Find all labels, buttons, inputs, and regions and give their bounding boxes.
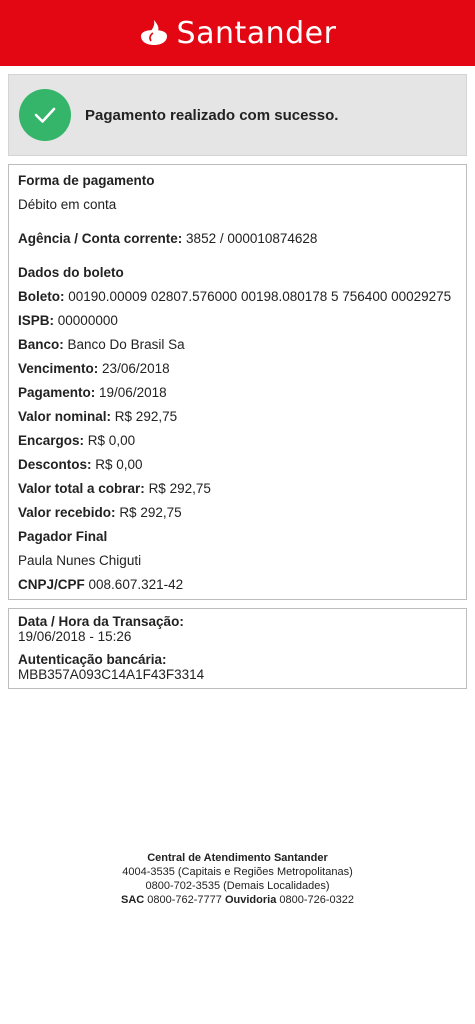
boleto-section-title: Dados do boleto — [18, 265, 124, 280]
payment-method-value: Débito em conta — [18, 197, 117, 212]
footer-sac-line: SAC 0800-762-7777 Ouvidoria 0800-726-032… — [0, 893, 475, 907]
auth-value: MBB357A093C14A1F43F3314 — [18, 667, 205, 682]
transaction-datetime: Data / Hora da Transação: 19/06/2018 - 1… — [18, 614, 456, 644]
payment-method-label: Forma de pagamento — [18, 173, 155, 188]
account-label: Agência / Conta corrente: — [18, 231, 183, 246]
datetime-value: 19/06/2018 - 15:26 — [18, 629, 132, 644]
bank-authentication: Autenticação bancária: MBB357A093C14A1F4… — [18, 652, 456, 682]
transaction-card: Data / Hora da Transação: 19/06/2018 - 1… — [8, 608, 467, 689]
boleto-field-row: Encargos: R$ 0,00 — [18, 429, 456, 453]
field-label: Vencimento: — [18, 361, 99, 376]
check-icon — [19, 89, 71, 141]
field-label: Encargos: — [18, 433, 85, 448]
field-value: R$ 0,00 — [95, 457, 143, 472]
field-value: 00000000 — [57, 313, 118, 328]
cpf-row: CNPJ/CPF 008.607.321-42 — [18, 573, 456, 597]
field-label: ISPB: — [18, 313, 55, 328]
sac-value: 0800-762-7777 — [147, 894, 222, 906]
field-value: R$ 0,00 — [87, 433, 136, 448]
field-value: R$ 292,75 — [148, 481, 211, 496]
contact-footer: Central de Atendimento Santander 4004-35… — [0, 851, 475, 907]
boleto-field-row: Banco: Banco Do Brasil Sa — [18, 333, 456, 357]
boleto-field-row: Valor total a cobrar: R$ 292,75 — [18, 477, 456, 501]
datetime-label: Data / Hora da Transação: — [18, 614, 184, 629]
field-value: Banco Do Brasil Sa — [67, 337, 185, 352]
field-value: 19/06/2018 — [99, 385, 167, 400]
santander-flame-icon — [139, 19, 169, 47]
success-banner: Pagamento realizado com sucesso. — [8, 74, 467, 156]
field-label: Valor total a cobrar: — [18, 481, 145, 496]
ouvidoria-value: 0800-726-0322 — [279, 894, 354, 906]
account-row: Agência / Conta corrente: 3852 / 0000108… — [18, 227, 456, 251]
boleto-field-row: Valor recebido: R$ 292,75 — [18, 501, 456, 525]
field-value: 23/06/2018 — [102, 361, 170, 376]
payer-title: Pagador Final — [18, 529, 108, 544]
footer-line-capitals: 4004-3535 (Capitais e Regiões Metropolit… — [122, 866, 353, 878]
boleto-field-row: Descontos: R$ 0,00 — [18, 453, 456, 477]
ouvidoria-label: Ouvidoria — [224, 894, 277, 906]
field-value: R$ 292,75 — [119, 505, 182, 520]
field-value: 00190.00009 02807.576000 00198.080178 5 … — [68, 289, 452, 304]
boleto-field-row: Vencimento: 23/06/2018 — [18, 357, 456, 381]
success-message: Pagamento realizado com sucesso. — [85, 106, 339, 124]
boleto-field-row: Valor nominal: R$ 292,75 — [18, 405, 456, 429]
field-label: Banco: — [18, 337, 64, 352]
brand: Santander — [139, 16, 337, 51]
field-label: Descontos: — [18, 457, 92, 472]
field-value: R$ 292,75 — [114, 409, 178, 424]
brand-name: Santander — [176, 15, 337, 51]
cpf-label: CNPJ/CPF — [18, 577, 85, 592]
auth-label: Autenticação bancária: — [18, 652, 167, 667]
payer-name: Paula Nunes Chiguti — [18, 553, 142, 568]
field-label: Valor nominal: — [18, 409, 112, 424]
footer-line-other: 0800-702-3535 (Demais Localidades) — [145, 880, 330, 892]
account-value: 3852 / 000010874628 — [186, 231, 318, 246]
field-label: Boleto: — [18, 289, 65, 304]
sac-label: SAC — [120, 894, 145, 906]
boleto-field-row: Boleto: 00190.00009 02807.576000 00198.0… — [18, 285, 456, 309]
boleto-field-row: ISPB: 00000000 — [18, 309, 456, 333]
boleto-field-row: Pagamento: 19/06/2018 — [18, 381, 456, 405]
cpf-value: 008.607.321-42 — [88, 577, 184, 592]
field-label: Valor recebido: — [18, 505, 116, 520]
app-header: Santander — [0, 0, 475, 66]
footer-title: Central de Atendimento Santander — [147, 852, 328, 864]
field-label: Pagamento: — [18, 385, 96, 400]
receipt-details-card: Forma de pagamento Débito em conta Agênc… — [8, 164, 467, 600]
